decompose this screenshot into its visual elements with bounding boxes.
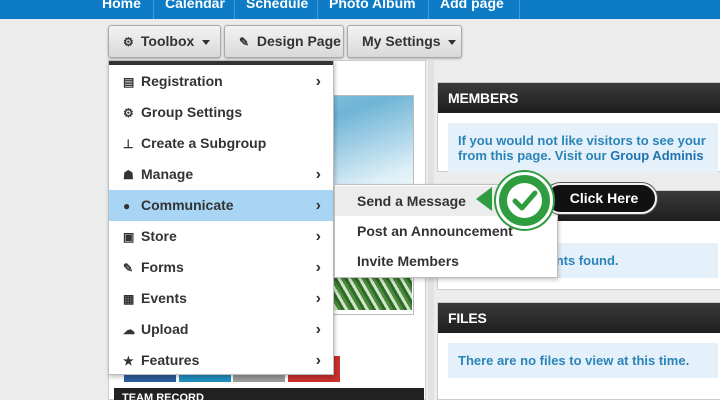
menu-item-label: Features — [141, 352, 200, 368]
menu-item-features[interactable]: ★ Features › — [109, 345, 333, 376]
design-page-label: Design Page — [256, 33, 341, 49]
star-icon: ★ — [123, 354, 134, 368]
nav-schedule[interactable]: Schedule — [236, 0, 318, 19]
chevron-right-icon: › — [315, 73, 321, 90]
members-line-1: If you would not like visitors to see yo… — [458, 133, 706, 148]
gear-icon: ⚙ — [123, 106, 134, 120]
group-admin-link[interactable]: Group Adminis — [610, 148, 703, 163]
toolbox-menu: ▤ Registration › ⚙ Group Settings ⊥ Create … — [108, 60, 334, 375]
sitemap-icon: ⊥ — [123, 137, 134, 151]
menu-item-group-settings[interactable]: ⚙ Group Settings — [109, 97, 333, 128]
checkmark-badge — [496, 172, 553, 229]
calendar-icon: ▦ — [123, 292, 135, 306]
members-line-2: from this page. Visit our Group Adminis — [458, 148, 708, 163]
members-message: If you would not like visitors to see yo… — [448, 123, 718, 173]
menu-item-label: Events — [141, 290, 187, 306]
menu-top-bar — [109, 61, 333, 65]
menu-item-label: Group Settings — [141, 104, 243, 120]
toolbox-label: Toolbox — [140, 33, 195, 49]
edit-icon: ✎ — [123, 261, 134, 275]
menu-item-label: Communicate — [141, 197, 234, 213]
files-message: There are no files to view at this time. — [448, 343, 718, 378]
caret-down-icon — [448, 39, 457, 45]
list-icon: ▤ — [123, 75, 135, 89]
chevron-right-icon: › — [315, 228, 321, 245]
check-icon — [507, 183, 542, 218]
edit-icon: ✎ — [239, 35, 250, 49]
callout-pointer — [476, 187, 492, 211]
menu-item-store[interactable]: ▣ Store › — [109, 221, 333, 252]
menu-item-label: Forms — [141, 259, 184, 275]
menu-item-label: Upload — [141, 321, 189, 337]
members-widget: MEMBERS If you would not like visitors t… — [437, 82, 720, 173]
menu-item-label: Create a Subgroup — [141, 135, 267, 151]
chevron-right-icon: › — [315, 197, 321, 214]
chevron-right-icon: › — [315, 290, 321, 307]
menu-item-communicate[interactable]: ● Communicate › — [109, 190, 333, 221]
chevron-right-icon: › — [315, 259, 321, 276]
chevron-right-icon: › — [315, 166, 321, 183]
click-here-callout: Click Here — [545, 183, 657, 214]
submenu-invite-members[interactable]: Invite Members — [335, 246, 557, 276]
files-widget: FILES There are no files to view at this… — [437, 302, 720, 400]
caret-down-icon — [202, 39, 211, 45]
toolbox-button[interactable]: ⚙ Toolbox — [108, 25, 221, 58]
menu-item-registration[interactable]: ▤ Registration › — [109, 66, 333, 97]
money-icon: ▣ — [123, 230, 135, 244]
team-record-header: TEAM RECORD — [114, 388, 424, 400]
nav-calendar[interactable]: Calendar — [155, 0, 235, 19]
nav-add-page[interactable]: Add page — [430, 0, 520, 19]
members-line-2-text: from this page. Visit our — [458, 148, 611, 163]
menu-item-label: Manage — [141, 166, 194, 182]
gear-icon: ⚙ — [123, 35, 134, 49]
my-settings-label: My Settings — [362, 33, 441, 49]
files-title: FILES — [438, 303, 720, 333]
users-icon: ☗ — [123, 168, 134, 182]
chevron-right-icon: › — [315, 321, 321, 338]
cloud-upload-icon: ☁ — [123, 323, 135, 337]
members-title: MEMBERS — [438, 83, 720, 113]
chevron-right-icon: › — [315, 352, 321, 369]
design-page-button[interactable]: ✎ Design Page — [224, 25, 344, 58]
top-navigation: Home Calendar Schedule Photo Album Add p… — [0, 0, 720, 19]
menu-item-create-subgroup[interactable]: ⊥ Create a Subgroup — [109, 128, 333, 159]
menu-item-manage[interactable]: ☗ Manage › — [109, 159, 333, 190]
my-settings-button[interactable]: My Settings — [347, 25, 462, 58]
chat-icon: ● — [123, 199, 131, 213]
menu-item-events[interactable]: ▦ Events › — [109, 283, 333, 314]
menu-item-upload[interactable]: ☁ Upload › — [109, 314, 333, 345]
nav-photo-album[interactable]: Photo Album — [319, 0, 429, 19]
nav-home[interactable]: Home — [92, 0, 154, 19]
menu-item-label: Store — [141, 228, 177, 244]
menu-item-label: Registration — [141, 73, 223, 89]
menu-item-forms[interactable]: ✎ Forms › — [109, 252, 333, 283]
